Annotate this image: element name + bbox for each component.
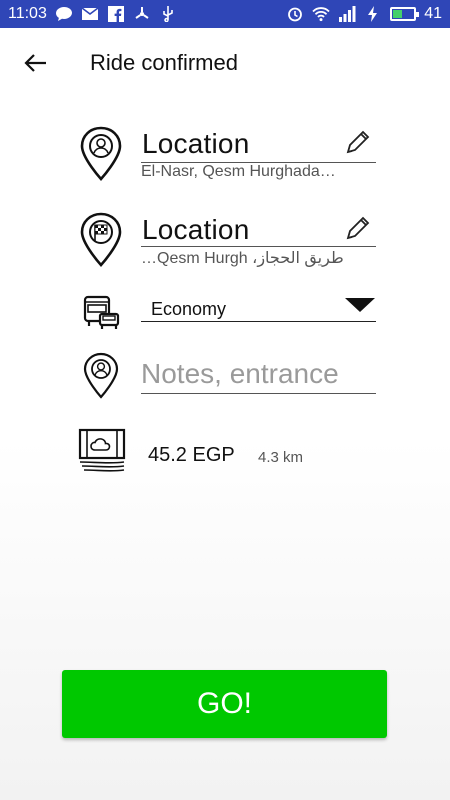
dropoff-underline — [141, 246, 376, 247]
battery-level: 41 — [424, 5, 442, 22]
signal-icon — [339, 6, 356, 22]
fare-row: 45.2 EGP 4.3 km — [78, 428, 378, 474]
dropoff-row: Location طريق الحجاز، Qesm Hurgh… — [78, 210, 378, 280]
chat-icon — [55, 7, 72, 21]
dropoff-label[interactable]: Location — [142, 214, 249, 246]
pencil-icon[interactable] — [344, 214, 372, 242]
pickup-label[interactable]: Location — [142, 128, 249, 160]
pin-checkered-flag-icon — [80, 212, 122, 267]
status-right: 41 — [286, 5, 442, 23]
vehicle-underline — [141, 321, 376, 322]
back-button[interactable] — [18, 48, 52, 78]
pickup-address: El-Nasr, Qesm Hurghada… — [141, 163, 336, 180]
charging-icon — [368, 6, 378, 22]
fare-price: 45.2 EGP — [148, 444, 235, 466]
facebook-icon — [107, 6, 124, 22]
pin-person-icon — [80, 126, 122, 181]
usb-icon — [163, 6, 173, 22]
pencil-icon[interactable] — [344, 128, 372, 156]
notes-row — [78, 350, 378, 400]
pin-person-icon — [83, 352, 119, 399]
dropoff-address: طريق الحجاز، Qesm Hurgh… — [141, 250, 344, 267]
page-title: Ride confirmed — [90, 50, 238, 75]
alarm-icon — [288, 7, 303, 22]
mail-icon — [81, 7, 99, 20]
battery-icon — [390, 7, 420, 21]
fan-icon — [135, 7, 149, 19]
vehicle-select-value[interactable]: Economy — [151, 299, 226, 320]
app-bar: Ride confirmed — [0, 28, 450, 98]
go-button[interactable]: GO! — [62, 670, 387, 738]
status-time: 11:03 — [8, 5, 47, 22]
money-icon — [78, 428, 126, 472]
status-left: 11:03 — [8, 5, 177, 23]
notes-input[interactable] — [141, 358, 376, 390]
chevron-down-icon[interactable] — [345, 298, 375, 312]
notes-underline — [141, 393, 376, 394]
trip-distance: 4.3 km — [258, 449, 304, 466]
vehicle-row: Economy — [78, 292, 378, 332]
bus-car-icon — [83, 295, 120, 329]
wifi-icon — [312, 7, 330, 22]
arrow-left-icon — [24, 54, 46, 72]
pickup-row: Location El-Nasr, Qesm Hurghada… — [78, 124, 378, 194]
status-bar: 11:03 41 — [0, 0, 450, 28]
